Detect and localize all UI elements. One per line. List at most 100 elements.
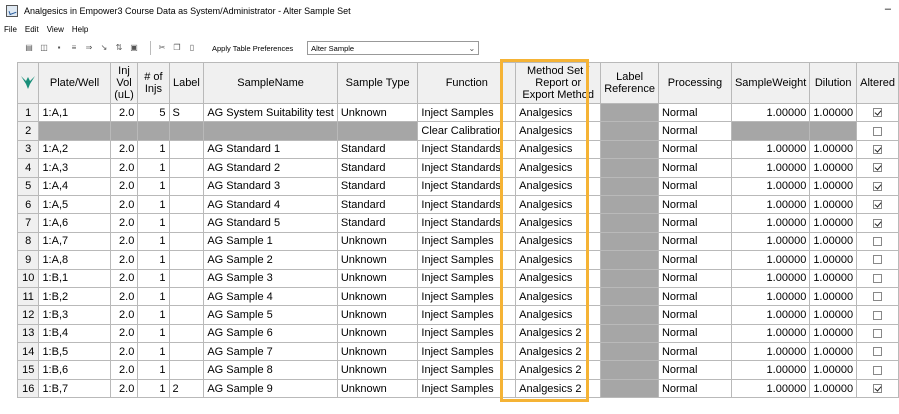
cell-dilution[interactable]: 1.00000 <box>809 305 858 325</box>
cell-label-reference[interactable] <box>600 360 659 380</box>
cell-sample-name[interactable]: AG Sample 4 <box>203 286 338 307</box>
cell-processing[interactable]: Normal <box>657 268 732 288</box>
cell-processing[interactable]: Normal <box>657 231 732 252</box>
cell-label-reference[interactable] <box>600 286 659 307</box>
altered-checkbox[interactable] <box>873 126 883 136</box>
cell-num-injs[interactable]: 1 <box>137 250 170 270</box>
row-number[interactable]: 3 <box>16 139 40 160</box>
cell-sample-weight[interactable]: 1.00000 <box>730 158 811 178</box>
row-number[interactable]: 10 <box>16 268 40 288</box>
cell-dilution[interactable]: 1.00000 <box>809 286 858 307</box>
cell-inj-vol[interactable]: 2.0 <box>109 139 139 160</box>
cell-plate-well[interactable]: 1:B,2 <box>38 286 111 307</box>
cell-sample-weight[interactable]: 1.00000 <box>730 139 811 160</box>
cell-sample-weight[interactable]: 1.00000 <box>730 213 811 233</box>
cell-function[interactable]: Inject Samples <box>417 231 517 252</box>
cell-processing[interactable]: Normal <box>657 250 732 270</box>
col-header-sample-name[interactable]: SampleName <box>203 62 338 104</box>
cell-processing[interactable]: Normal <box>657 342 732 362</box>
cell-processing[interactable]: Normal <box>657 213 732 233</box>
cell-method-set[interactable]: Analgesics 2 <box>515 323 602 344</box>
cell-function[interactable]: Clear Calibration <box>417 121 517 141</box>
cell-inj-vol[interactable] <box>109 121 139 141</box>
menu-edit[interactable]: Edit <box>25 25 39 34</box>
table-row[interactable]: 12 1:B,3 2.0 1 AG Sample 5 Unknown Inject Samp… <box>16 305 899 325</box>
cell-processing[interactable]: Normal <box>657 139 732 160</box>
cell-label-reference[interactable] <box>600 250 659 270</box>
cell-label-reference[interactable] <box>600 378 659 399</box>
cell-function[interactable]: Inject Samples <box>417 305 517 325</box>
col-header-num-injs[interactable]: # of Injs <box>137 62 170 104</box>
cell-sample-name[interactable]: AG Standard 5 <box>203 213 338 233</box>
table-row[interactable]: 10 1:B,1 2.0 1 AG Sample 3 Unknown Inject Samp… <box>16 268 899 288</box>
cell-plate-well[interactable]: 1:A,8 <box>38 250 111 270</box>
table-row[interactable]: 8 1:A,7 2.0 1 AG Sample 1 Unknown Inject Sampl… <box>16 231 899 252</box>
cell-sample-type[interactable]: Standard <box>336 158 419 178</box>
table-row[interactable]: 3 1:A,2 2.0 1 AG Standard 1 Standard Inject St… <box>16 139 899 160</box>
cell-num-injs[interactable]: 1 <box>137 231 170 252</box>
altered-checkbox[interactable] <box>873 365 883 375</box>
cell-dilution[interactable]: 1.00000 <box>809 102 858 123</box>
cell-plate-well[interactable] <box>38 121 111 141</box>
row-number[interactable]: 8 <box>16 231 40 252</box>
table-row[interactable]: 1 1:A,1 2.0 5 S AG System Suitability test Unk… <box>16 102 899 123</box>
cell-dilution[interactable]: 1.00000 <box>809 139 858 160</box>
cell-dilution[interactable]: 1.00000 <box>809 378 858 399</box>
cell-sample-weight[interactable]: 1.00000 <box>730 194 811 215</box>
cell-processing[interactable]: Normal <box>657 194 732 215</box>
table-row[interactable]: 11 1:B,2 2.0 1 AG Sample 4 Unknown Inject Samp… <box>16 286 899 307</box>
altered-checkbox[interactable] <box>873 163 883 173</box>
cell-label[interactable] <box>168 323 205 344</box>
cell-function[interactable]: Inject Standards <box>417 213 517 233</box>
cell-num-injs[interactable]: 1 <box>137 286 170 307</box>
row-number[interactable]: 9 <box>16 250 40 270</box>
cell-label[interactable] <box>168 176 205 196</box>
cell-plate-well[interactable]: 1:B,4 <box>38 323 111 344</box>
cut-icon[interactable]: ✂ <box>157 43 167 53</box>
table-row[interactable]: 2 Clear Calibration Analgesics Normal <box>16 121 899 141</box>
cell-label-reference[interactable] <box>600 323 659 344</box>
col-header-function[interactable]: Function <box>417 62 517 104</box>
table-row[interactable]: 5 1:A,4 2.0 1 AG Standard 3 Standard Inject St… <box>16 176 899 196</box>
cell-label[interactable] <box>168 250 205 270</box>
table-row[interactable]: 6 1:A,5 2.0 1 AG Standard 4 Standard Inject St… <box>16 194 899 215</box>
cell-function[interactable]: Inject Samples <box>417 250 517 270</box>
cell-plate-well[interactable]: 1:A,6 <box>38 213 111 233</box>
cell-sample-name[interactable]: AG Sample 2 <box>203 250 338 270</box>
cell-sample-weight[interactable]: 1.00000 <box>730 176 811 196</box>
altered-checkbox[interactable] <box>873 200 883 210</box>
altered-checkbox[interactable] <box>873 292 883 302</box>
cell-sample-type[interactable]: Unknown <box>336 286 419 307</box>
altered-checkbox[interactable] <box>873 181 883 191</box>
cell-sample-type[interactable]: Unknown <box>336 231 419 252</box>
cell-num-injs[interactable]: 1 <box>137 342 170 362</box>
cell-sample-type[interactable]: Unknown <box>336 268 419 288</box>
cell-plate-well[interactable]: 1:B,6 <box>38 360 111 380</box>
cell-sample-name[interactable]: AG Sample 5 <box>203 305 338 325</box>
cell-function[interactable]: Inject Standards <box>417 194 517 215</box>
cell-sample-name[interactable] <box>203 121 338 141</box>
cell-sample-weight[interactable]: 1.00000 <box>730 102 811 123</box>
altered-checkbox[interactable] <box>873 328 883 338</box>
cell-method-set[interactable]: Analgesics <box>515 121 602 141</box>
cell-plate-well[interactable]: 1:A,2 <box>38 139 111 160</box>
cell-label-reference[interactable] <box>600 194 659 215</box>
altered-checkbox[interactable] <box>873 347 883 357</box>
row-number[interactable]: 16 <box>16 378 40 399</box>
cell-num-injs[interactable]: 1 <box>137 139 170 160</box>
row-number[interactable]: 5 <box>16 176 40 196</box>
cell-label-reference[interactable] <box>600 102 659 123</box>
row-number[interactable]: 4 <box>16 158 40 178</box>
cell-method-set[interactable]: Analgesics <box>515 139 602 160</box>
altered-checkbox[interactable] <box>873 145 883 155</box>
table-row[interactable]: 4 1:A,3 2.0 1 AG Standard 2 Standard Inject St… <box>16 158 899 178</box>
fill-down-icon[interactable]: ↘ <box>99 43 109 53</box>
cell-sample-weight[interactable]: 1.00000 <box>730 323 811 344</box>
cell-dilution[interactable]: 1.00000 <box>809 342 858 362</box>
cell-sample-name[interactable]: AG Sample 3 <box>203 268 338 288</box>
cell-method-set[interactable]: Analgesics <box>515 213 602 233</box>
altered-checkbox[interactable] <box>873 237 883 247</box>
apply-table-preferences-button[interactable]: Apply Table Preferences <box>208 42 297 55</box>
row-number[interactable]: 1 <box>16 102 40 123</box>
cell-num-injs[interactable]: 1 <box>137 213 170 233</box>
